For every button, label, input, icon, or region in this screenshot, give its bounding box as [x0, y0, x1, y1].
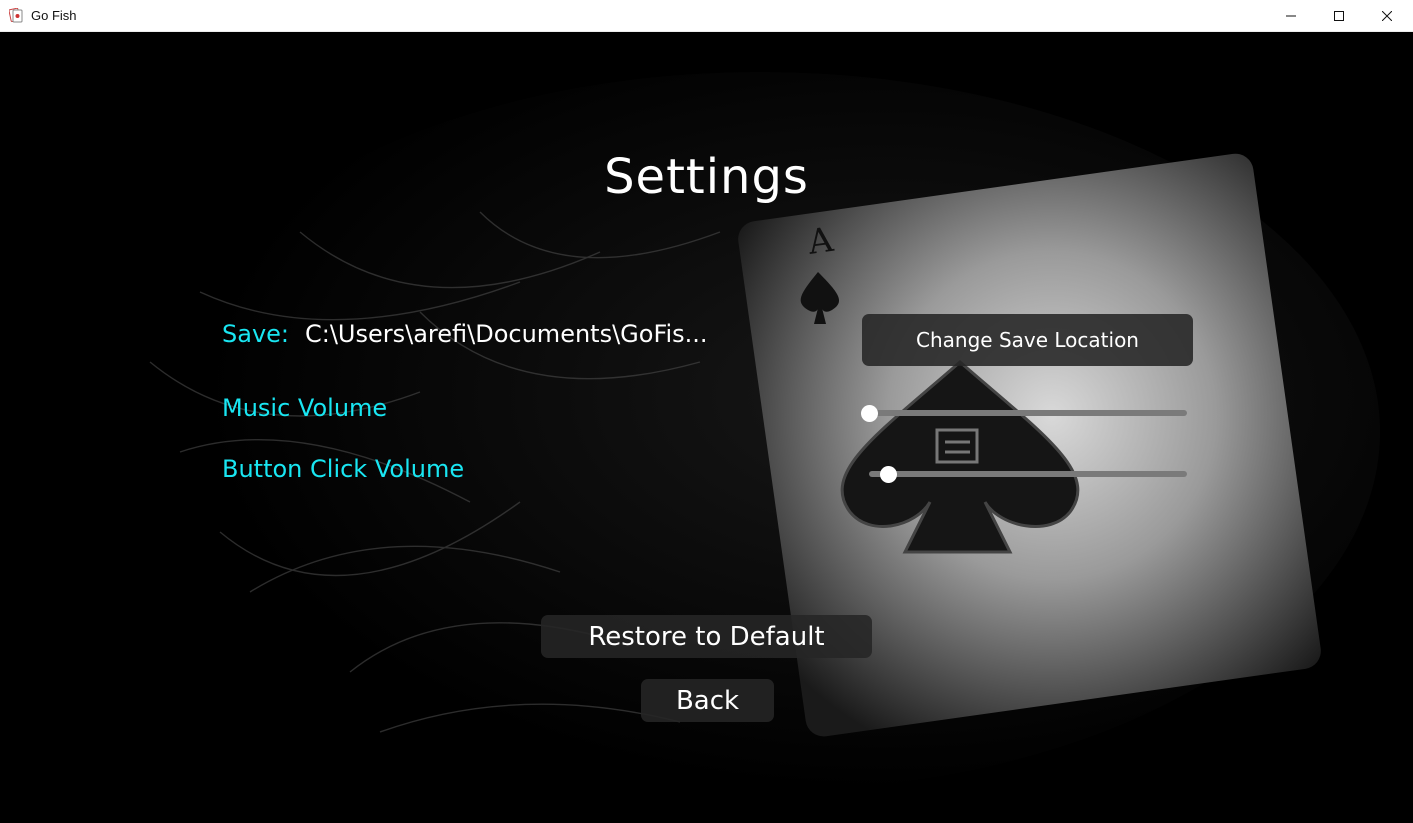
close-icon — [1382, 10, 1392, 21]
save-path-value: C:\Users\arefi\Documents\GoFis... — [305, 320, 708, 348]
settings-title: Settings — [604, 149, 809, 205]
cards-app-icon — [8, 7, 23, 23]
maximize-button[interactable] — [1316, 0, 1362, 31]
music-volume-track — [869, 410, 1187, 416]
close-button[interactable] — [1364, 0, 1410, 31]
back-button[interactable]: Back — [641, 679, 774, 722]
button-click-volume-slider[interactable] — [869, 463, 1187, 483]
music-volume-handle[interactable] — [861, 405, 878, 422]
minimize-icon — [1286, 15, 1296, 16]
button-click-volume-label: Button Click Volume — [222, 455, 465, 483]
window-title: Go Fish — [31, 8, 77, 23]
maximize-icon — [1334, 10, 1344, 21]
button-click-volume-track — [869, 471, 1187, 477]
save-label: Save: — [222, 320, 289, 348]
change-save-location-button[interactable]: Change Save Location — [862, 314, 1193, 366]
button-click-volume-handle[interactable] — [880, 466, 898, 483]
music-volume-slider[interactable] — [861, 402, 1187, 422]
settings-screen: A Settings Save: C:\Users\arefi\Document… — [0, 32, 1413, 823]
restore-default-button[interactable]: Restore to Default — [541, 615, 872, 658]
window-titlebar: Go Fish — [0, 0, 1413, 32]
minimize-button[interactable] — [1268, 0, 1314, 31]
music-volume-label: Music Volume — [222, 394, 388, 422]
